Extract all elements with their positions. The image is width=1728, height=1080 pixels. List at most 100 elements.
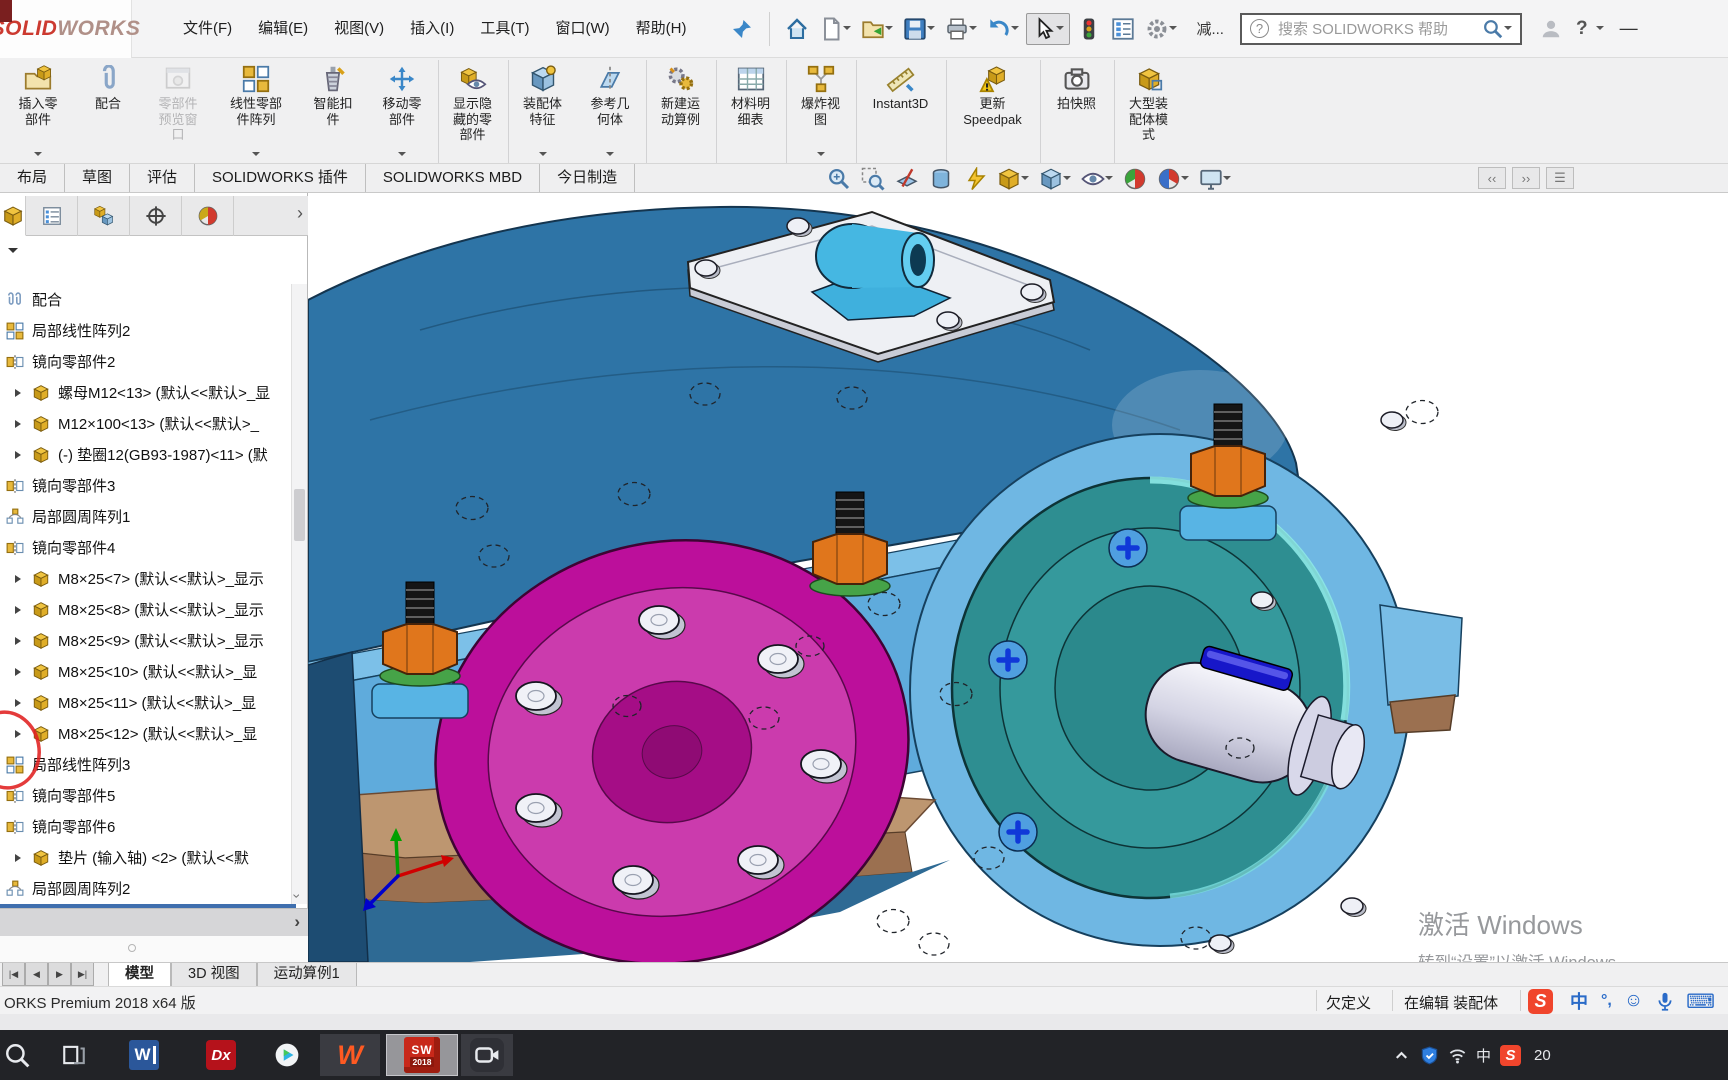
selected-bolt[interactable] <box>999 813 1037 851</box>
panel-tab-display-manager[interactable] <box>182 196 234 236</box>
sogou-logo-icon[interactable]: S <box>1528 988 1553 1014</box>
ime-microphone-icon[interactable] <box>1655 991 1675 1011</box>
select-cursor-button[interactable] <box>1026 12 1071 45</box>
dropdown-caret-icon[interactable] <box>885 26 894 34</box>
search-magnifier-icon[interactable] <box>1482 18 1504 40</box>
command-tab[interactable]: SOLIDWORKS MBD <box>365 164 541 192</box>
shield-icon[interactable] <box>1420 1046 1439 1065</box>
sheet-tab[interactable]: 模型 <box>108 963 171 986</box>
dropdown-caret-icon[interactable] <box>606 152 614 160</box>
selected-bolt[interactable] <box>989 641 1027 679</box>
tree-item[interactable]: 垫片 (输入轴) <2> (默认<<默 <box>0 842 292 873</box>
edit-appearance-button[interactable] <box>1122 166 1148 192</box>
help-button[interactable]: ? <box>1576 18 1588 40</box>
user-account-icon[interactable] <box>1536 14 1566 44</box>
expand-arrow-icon[interactable] <box>5 419 31 428</box>
expand-arrow-icon[interactable] <box>5 698 31 707</box>
tree-flyout-caret-icon[interactable] <box>8 248 18 258</box>
expand-arrow-icon[interactable] <box>5 450 31 459</box>
menu-item[interactable]: 窗口(W) <box>542 0 622 58</box>
selected-bolt[interactable] <box>1109 529 1147 567</box>
expand-arrow-icon[interactable] <box>5 729 31 738</box>
screen-recorder-taskbar-button[interactable] <box>461 1034 513 1076</box>
search-caret-icon[interactable] <box>1503 26 1512 34</box>
display-mode-button[interactable] <box>928 166 954 192</box>
hidden-lines-button[interactable] <box>962 166 988 192</box>
dropdown-caret-icon[interactable] <box>816 152 825 160</box>
panel-tab-dimxpert[interactable] <box>130 196 182 236</box>
expand-arrow-icon[interactable] <box>5 388 31 397</box>
chevrons-left-icon[interactable]: ‹‹ <box>1478 167 1506 189</box>
command-tab[interactable]: 草图 <box>65 164 131 192</box>
tree-item[interactable]: 镜向零部件6 <box>0 811 292 842</box>
menu-item[interactable]: 插入(I) <box>397 0 467 58</box>
ribbon-button[interactable]: 线性零部件阵列 <box>214 60 298 163</box>
sheet-nav-button[interactable]: ▶| <box>71 963 94 986</box>
command-tab[interactable]: 今日制造 <box>540 164 636 192</box>
dropdown-caret-icon[interactable] <box>843 26 852 34</box>
help-caret-icon[interactable] <box>1595 26 1604 34</box>
sheet-tab[interactable]: 运动算例1 <box>256 963 357 986</box>
tree-item[interactable]: 镜向零部件4 <box>0 532 292 563</box>
view-settings-button[interactable] <box>1198 166 1232 192</box>
ime-punctuation-icon[interactable]: °, <box>1601 992 1612 1010</box>
zoom-to-fit-button[interactable] <box>826 166 852 192</box>
word-taskbar-button[interactable]: W <box>124 1034 164 1076</box>
ribbon-button[interactable]: 更新 Speedpak <box>946 60 1038 163</box>
sheet-tab[interactable]: 3D 视图 <box>171 963 257 986</box>
command-tab[interactable]: 评估 <box>130 164 196 192</box>
new-document-button[interactable] <box>816 13 854 45</box>
menu-item[interactable]: 编辑(E) <box>245 0 321 58</box>
dropdown-caret-icon[interactable] <box>538 152 547 160</box>
tree-item[interactable]: M8×25<9> (默认<<默认>_显示 <box>0 625 292 656</box>
search-input[interactable]: ? 搜索 SOLIDWORKS 帮助 <box>1239 12 1522 45</box>
pin-icon[interactable] <box>727 13 757 45</box>
tree-item[interactable]: 局部线性阵列2 <box>0 315 292 346</box>
search-taskbar-button[interactable] <box>4 1034 30 1076</box>
ribbon-button[interactable]: 参考几何体 <box>576 60 644 163</box>
zoom-to-area-button[interactable] <box>860 166 886 192</box>
ribbon-button[interactable]: 智能扣件 <box>298 60 368 163</box>
panel-tab-assembly-cube[interactable] <box>0 196 26 236</box>
tree-item[interactable]: 局部圆周阵列2 <box>0 873 292 904</box>
ribbon-button[interactable]: 爆炸视图 <box>786 60 854 163</box>
sheet-nav-button[interactable]: ▶ <box>48 963 71 986</box>
w-orange-taskbar-button[interactable]: W <box>320 1034 380 1076</box>
dropdown-caret-icon[interactable] <box>1181 176 1189 184</box>
expand-arrow-icon[interactable] <box>5 853 31 862</box>
tree-item[interactable]: 镜向零部件2 <box>0 346 292 377</box>
sheet-nav-button[interactable]: |◀ <box>2 963 25 986</box>
options-list-button[interactable] <box>1108 13 1138 45</box>
ribbon-button[interactable]: 大型装配体模式 <box>1114 60 1182 163</box>
ribbon-button[interactable]: Instant3D <box>856 60 944 163</box>
ribbon-button[interactable]: 拍快照 <box>1040 60 1112 163</box>
command-tab[interactable]: SOLIDWORKS 插件 <box>195 164 366 192</box>
expand-arrow-icon[interactable] <box>5 667 31 676</box>
print-button[interactable] <box>942 13 980 45</box>
tree-item[interactable]: 局部线性阵列3 <box>0 749 292 780</box>
display-style-button[interactable] <box>1038 166 1072 192</box>
ribbon-button[interactable]: 移动零部件 <box>368 60 436 163</box>
panel-expand-icon[interactable]: › <box>297 203 303 224</box>
view-orientation-button[interactable] <box>996 166 1030 192</box>
panel-tab-feature-tree[interactable] <box>26 196 78 236</box>
dropdown-caret-icon[interactable] <box>1021 176 1029 184</box>
menu-item[interactable]: 工具(T) <box>467 0 542 58</box>
dropdown-caret-icon[interactable] <box>927 26 936 34</box>
settings-gear-button[interactable] <box>1142 13 1180 45</box>
ime-keyboard-icon[interactable]: ⌨ <box>1686 989 1715 1014</box>
tree-item[interactable]: 配合 <box>0 284 292 315</box>
solidworks-taskbar-button[interactable]: SW 2018 <box>386 1034 458 1076</box>
expand-arrow-icon[interactable] <box>5 636 31 645</box>
tree-scrollbar[interactable]: › <box>289 284 307 904</box>
ribbon-button[interactable]: 配合 <box>74 60 142 163</box>
ime-language-toggle[interactable]: 中 <box>1570 988 1588 1014</box>
ribbon-button[interactable]: 装配体特征 <box>508 60 576 163</box>
rebuild-traffic-button[interactable] <box>1074 13 1104 45</box>
home-button[interactable] <box>782 13 812 45</box>
dropdown-caret-icon[interactable] <box>1169 26 1178 34</box>
save-button[interactable] <box>900 13 938 45</box>
panel-tab-configuration[interactable] <box>78 196 130 236</box>
tree-item[interactable]: (-) 垫圈12(GB93-1987)<11> (默 <box>0 439 292 470</box>
dropdown-caret-icon[interactable] <box>1056 26 1065 34</box>
